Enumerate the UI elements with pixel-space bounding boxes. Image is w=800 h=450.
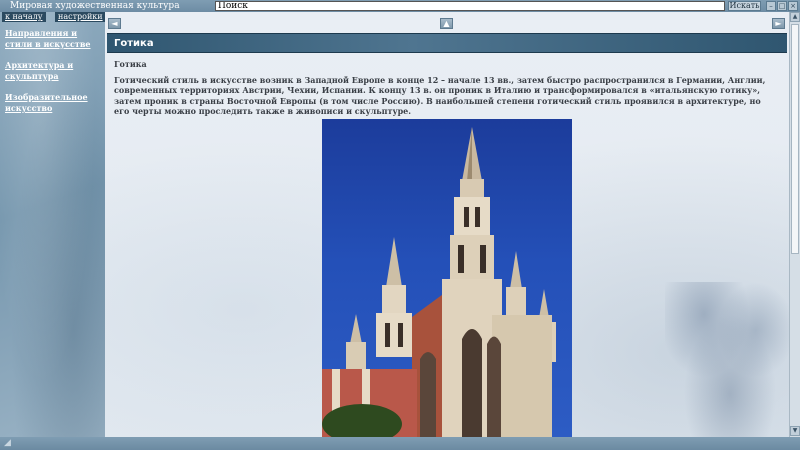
main-content: ◄ ▲ ► Готика Готика Готический стиль в и… — [105, 12, 789, 437]
cathedral-illustration — [322, 127, 556, 437]
search-button[interactable]: Искать — [728, 1, 761, 11]
background-figures — [665, 282, 789, 437]
sidebar-link-fine-art[interactable]: Изобразительное искусство — [5, 92, 101, 114]
sidebar-link-architecture[interactable]: Архитектура и скульптура — [5, 60, 101, 82]
vertical-scrollbar[interactable]: ▲ ▼ — [789, 12, 800, 437]
section-heading-bar: Готика — [107, 33, 787, 53]
navigation-strip: ◄ ▲ ► — [105, 12, 789, 32]
scroll-down-icon[interactable]: ▼ — [790, 426, 800, 436]
search-input[interactable] — [215, 1, 725, 11]
page-title: Готика — [114, 38, 154, 49]
app-title: Мировая художественная культура — [10, 1, 180, 11]
scroll-thumb[interactable] — [791, 24, 799, 254]
tab-settings[interactable]: настройки — [55, 12, 106, 22]
up-arrow-icon[interactable]: ▲ — [440, 18, 453, 29]
right-arrow-icon[interactable]: ► — [772, 18, 785, 29]
scroll-up-icon[interactable]: ▲ — [790, 12, 800, 22]
left-arrow-icon[interactable]: ◄ — [108, 18, 121, 29]
article-subtitle: Готика — [114, 59, 147, 69]
resize-grip-icon[interactable]: ◢ — [4, 438, 11, 448]
maximize-button[interactable]: □ — [777, 1, 787, 11]
close-button[interactable]: × — [788, 1, 798, 11]
article-text: Готический стиль в искусстве возник в За… — [114, 75, 766, 116]
sidebar: к началу настройки Направления и стили в… — [0, 12, 106, 437]
minimize-button[interactable]: – — [766, 1, 776, 11]
gothic-cathedral-image — [322, 119, 572, 437]
title-bar: Мировая художественная культура Искать –… — [0, 0, 800, 12]
tab-home[interactable]: к началу — [2, 12, 46, 22]
sidebar-link-styles[interactable]: Направления и стили в искусстве — [5, 28, 101, 50]
status-bar: ◢ — [0, 437, 800, 450]
